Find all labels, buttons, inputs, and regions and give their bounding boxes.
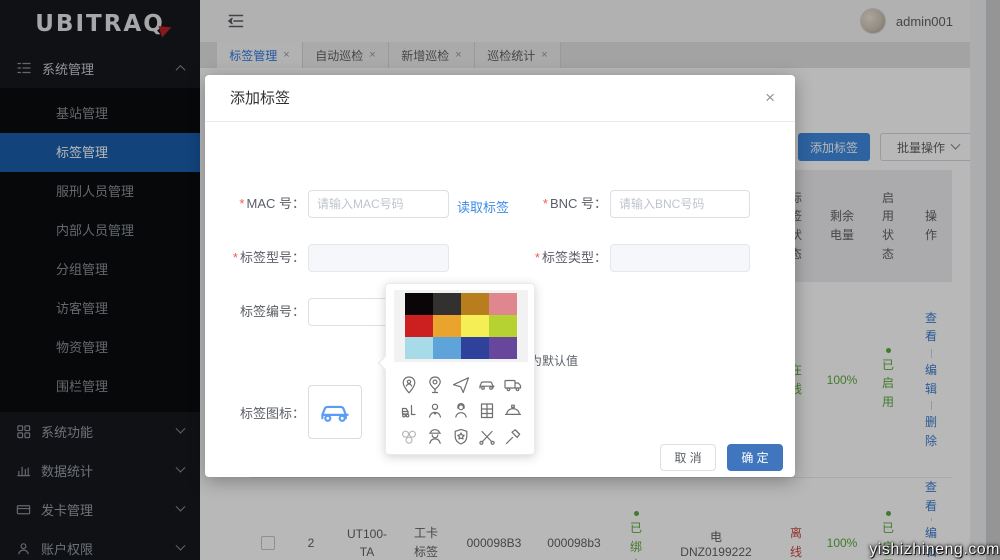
- cabinet-icon[interactable]: [474, 398, 500, 424]
- color-swatch[interactable]: [405, 337, 433, 359]
- tag-model-input[interactable]: [308, 244, 449, 272]
- officer-icon[interactable]: [422, 424, 448, 450]
- truck-icon[interactable]: [500, 372, 526, 398]
- wheels-icon[interactable]: [396, 424, 422, 450]
- color-swatch-grid: [405, 293, 517, 359]
- tag-type-label: *标签类型：: [521, 244, 607, 272]
- bnc-label: *BNC 号：: [521, 190, 607, 218]
- color-swatch[interactable]: [489, 315, 517, 337]
- mac-label: *MAC 号：: [219, 190, 305, 218]
- hammer-icon[interactable]: [500, 424, 526, 450]
- color-swatch[interactable]: [433, 293, 461, 315]
- color-swatch[interactable]: [433, 315, 461, 337]
- app-screen: UBITRAQ 系统管理 基站管理 标签管理 服刑人员管理 内部人员管理 分组管…: [0, 0, 1000, 560]
- navigation-icon[interactable]: [448, 372, 474, 398]
- car-outline-icon[interactable]: [474, 372, 500, 398]
- color-swatch[interactable]: [461, 293, 489, 315]
- icon-color-picker-popup: [385, 283, 535, 455]
- tag-code-label: 标签编号：: [219, 298, 305, 326]
- confirm-button[interactable]: 确 定: [727, 444, 783, 471]
- dialog-header: 添加标签 ×: [205, 75, 795, 122]
- scissors-icon[interactable]: [474, 424, 500, 450]
- read-tag-link[interactable]: 读取标签: [457, 197, 509, 216]
- cancel-button[interactable]: 取 消: [660, 444, 716, 471]
- color-swatch[interactable]: [489, 293, 517, 315]
- location-pin-icon[interactable]: [422, 372, 448, 398]
- tag-icon-label: 标签图标：: [219, 400, 305, 428]
- woman-icon[interactable]: [448, 398, 474, 424]
- watermark: yishizhineng.com: [869, 541, 1000, 559]
- color-swatch[interactable]: [405, 315, 433, 337]
- bnc-input[interactable]: [610, 190, 750, 218]
- tag-type-input[interactable]: [610, 244, 750, 272]
- color-panel: [394, 290, 528, 362]
- mac-input[interactable]: [308, 190, 449, 218]
- color-swatch[interactable]: [461, 337, 489, 359]
- car-icon: [317, 394, 353, 430]
- forklift-icon[interactable]: [396, 398, 422, 424]
- tag-model-label: *标签型号：: [219, 244, 305, 272]
- color-swatch[interactable]: [405, 293, 433, 315]
- person-pin-icon[interactable]: [396, 372, 422, 398]
- close-icon[interactable]: ×: [765, 88, 775, 108]
- dialog-title: 添加标签: [230, 75, 290, 122]
- man-icon[interactable]: [422, 398, 448, 424]
- color-swatch[interactable]: [433, 337, 461, 359]
- helmet-icon[interactable]: [500, 398, 526, 424]
- badge-icon[interactable]: [448, 424, 474, 450]
- color-swatch[interactable]: [489, 337, 517, 359]
- icon-grid: [396, 372, 526, 450]
- default-value-hint: 为默认值: [530, 352, 578, 369]
- color-swatch[interactable]: [461, 315, 489, 337]
